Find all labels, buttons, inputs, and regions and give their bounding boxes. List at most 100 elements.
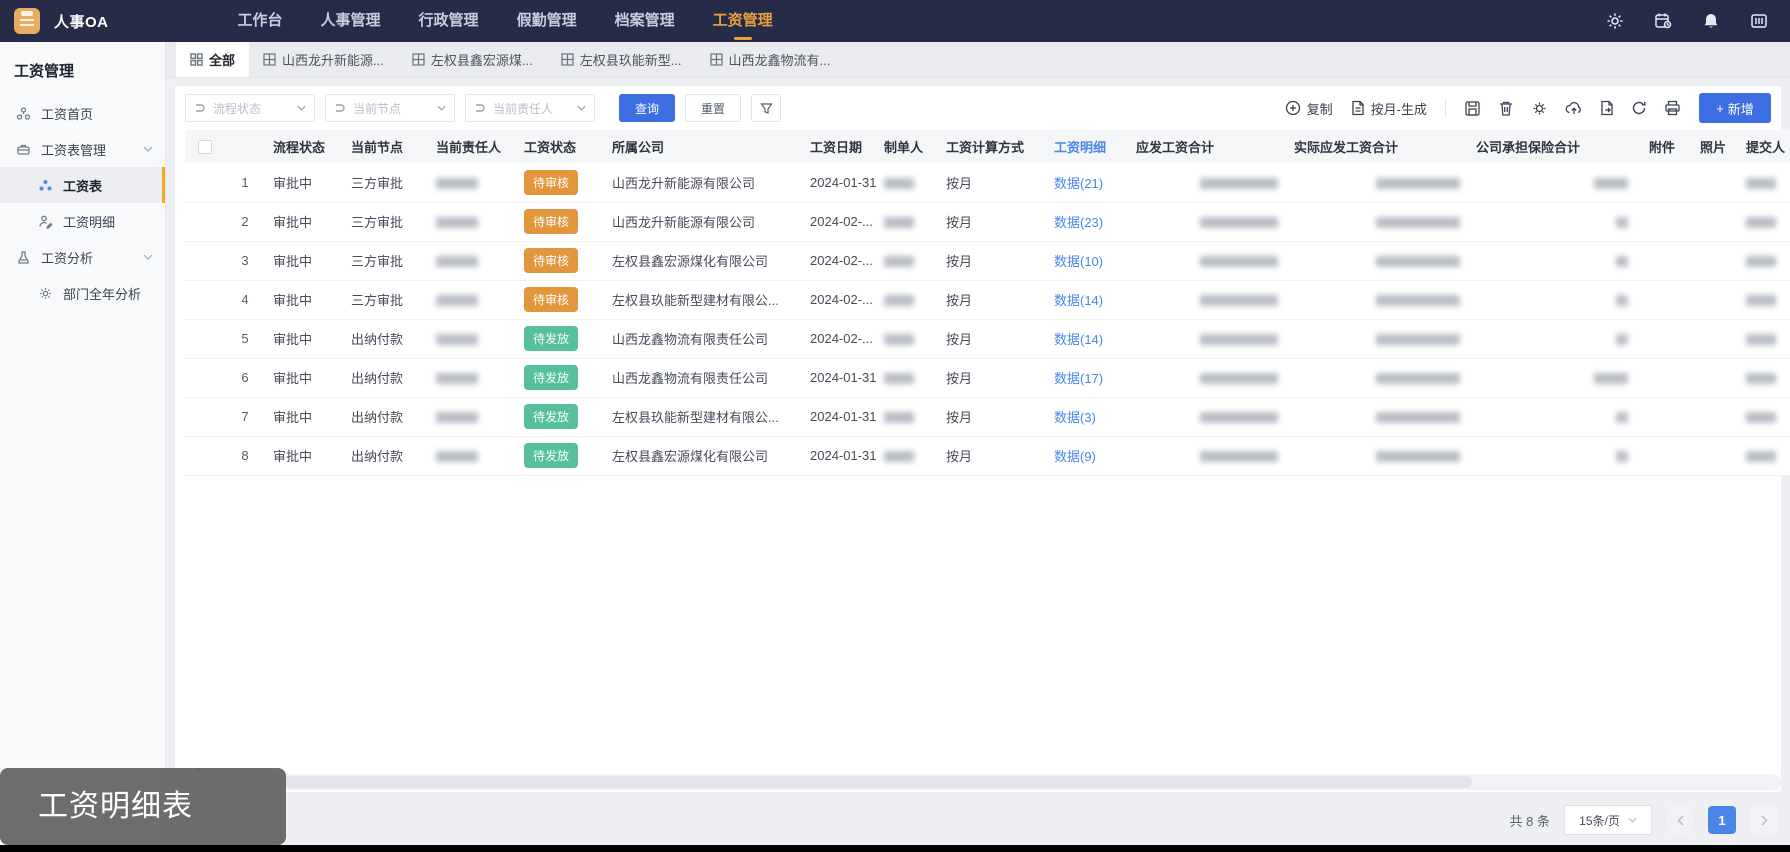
redacted-value bbox=[1200, 256, 1278, 268]
nav-item-admin[interactable]: 行政管理 bbox=[415, 0, 483, 42]
table-row[interactable]: 1 审批中 三方审批 待审核 山西龙升新能源有限公司 2024-01-31 按月 数据(21) bbox=[185, 163, 1790, 203]
table-row[interactable]: 3 审批中 三方审批 待审核 左权县鑫宏源煤化有限公司 2024-02-... 按月 数据(1… bbox=[185, 241, 1790, 281]
sidebar-group-salary-tables[interactable]: 工资表管理 bbox=[0, 131, 165, 167]
sidebar-item-dept-year-analysis[interactable]: 部门全年分析 bbox=[0, 275, 165, 311]
sidebar-item-salary-home[interactable]: 工资首页 bbox=[0, 95, 165, 131]
nav-item-salary[interactable]: 工资管理 bbox=[709, 0, 777, 42]
insurance-total-cell bbox=[1468, 397, 1636, 437]
filter-current-owner[interactable]: 当前责任人 bbox=[465, 94, 595, 122]
tab-company-1[interactable]: 山西龙升新能源... bbox=[249, 42, 398, 77]
filter-placeholder: 流程状态 bbox=[213, 101, 262, 116]
redacted-value bbox=[884, 177, 914, 189]
redacted-value bbox=[1200, 373, 1278, 385]
column-header: 公司承担保险合计 bbox=[1468, 130, 1636, 163]
detail-data-link[interactable]: 数据(21) bbox=[1054, 176, 1103, 191]
field-icon bbox=[334, 102, 346, 114]
redacted-value bbox=[436, 373, 478, 385]
table-row[interactable]: 8 审批中 出纳付款 待发放 左权县鑫宏源煤化有限公司 2024-01-31 按月 数据(9) bbox=[185, 436, 1790, 476]
save-icon[interactable] bbox=[1464, 100, 1481, 117]
settings-file-icon[interactable] bbox=[1531, 100, 1548, 117]
detail-link-cell[interactable]: 数据(3) bbox=[1046, 397, 1128, 437]
detail-data-link[interactable]: 数据(10) bbox=[1054, 254, 1103, 269]
prev-page-button[interactable] bbox=[1666, 806, 1694, 834]
tab-company-2[interactable]: 左权县鑫宏源煤... bbox=[398, 42, 547, 77]
table-row[interactable]: 4 审批中 三方审批 待审核 左权县玖能新型建材有限公... 2024-02-... 按月数… bbox=[185, 280, 1790, 320]
attachment-cell bbox=[1636, 202, 1688, 242]
sidebar-group-label: 工资表管理 bbox=[41, 142, 107, 158]
column-header bbox=[185, 130, 225, 163]
horizontal-scrollbar[interactable] bbox=[175, 774, 1781, 790]
company-tabbar: 全部 山西龙升新能源... 左权县鑫宏源煤... 左权县玖能新型... 山西龙鑫… bbox=[166, 42, 1790, 78]
company-cell: 山西龙鑫物流有限责任公司 bbox=[604, 358, 802, 398]
detail-data-link[interactable]: 数据(9) bbox=[1054, 449, 1096, 464]
printer-icon[interactable] bbox=[1664, 100, 1681, 116]
table-row[interactable]: 2 审批中 三方审批 待审核 山西龙升新能源有限公司 2024-02-... 按月 数据(23… bbox=[185, 202, 1790, 242]
cloud-upload-icon[interactable] bbox=[1565, 100, 1583, 116]
schedule-icon[interactable] bbox=[1654, 12, 1672, 30]
scrollbar-thumb[interactable] bbox=[177, 776, 1472, 788]
bell-icon[interactable] bbox=[1702, 12, 1720, 30]
photo-cell bbox=[1688, 358, 1738, 398]
salary-status-cell: 待发放 bbox=[516, 397, 604, 437]
redacted-value bbox=[436, 451, 478, 463]
tab-all[interactable]: 全部 bbox=[176, 42, 250, 77]
add-new-button[interactable]: + 新增 bbox=[1699, 93, 1771, 123]
column-header: 工资计算方式 bbox=[938, 130, 1046, 163]
owner-cell bbox=[428, 397, 516, 437]
apps-icon[interactable] bbox=[1750, 12, 1768, 30]
salary-date-cell: 2024-02-... bbox=[802, 280, 876, 320]
detail-link-cell[interactable]: 数据(21) bbox=[1046, 163, 1128, 203]
tab-company-4[interactable]: 山西龙鑫物流有... bbox=[696, 42, 845, 77]
gear-icon[interactable] bbox=[1606, 12, 1624, 30]
row-select-cell bbox=[185, 436, 225, 476]
gear-small-icon bbox=[38, 286, 53, 301]
refresh-icon[interactable] bbox=[1631, 100, 1647, 116]
detail-link-cell[interactable]: 数据(17) bbox=[1046, 358, 1128, 398]
column-header: 实际应发工资合计 bbox=[1286, 130, 1468, 163]
creator-cell bbox=[876, 280, 938, 320]
tab-company-3[interactable]: 左权县玖能新型... bbox=[547, 42, 696, 77]
sidebar-item-salary-detail[interactable]: 工资明细 bbox=[0, 203, 165, 239]
nav-item-archive[interactable]: 档案管理 bbox=[611, 0, 679, 42]
table-row[interactable]: 5 审批中 出纳付款 待发放 山西龙鑫物流有限责任公司 2024-02-... 按月 数据(1… bbox=[185, 319, 1790, 359]
search-button[interactable]: 查询 bbox=[619, 94, 675, 122]
detail-link-cell[interactable]: 数据(14) bbox=[1046, 319, 1128, 359]
redacted-value bbox=[1746, 295, 1776, 307]
table-row[interactable]: 6 审批中 出纳付款 待发放 山西龙鑫物流有限责任公司 2024-01-31 按月 数据(17… bbox=[185, 358, 1790, 398]
next-page-button[interactable] bbox=[1750, 806, 1778, 834]
generate-monthly-button[interactable]: 按月-生成 bbox=[1351, 99, 1427, 118]
filter-flow-status[interactable]: 流程状态 bbox=[185, 94, 315, 122]
sidebar-item-salary-table[interactable]: 工资表 bbox=[0, 167, 165, 203]
copy-button[interactable]: 复制 bbox=[1285, 99, 1333, 118]
detail-data-link[interactable]: 数据(23) bbox=[1054, 215, 1103, 230]
reset-button[interactable]: 重置 bbox=[685, 94, 741, 122]
redacted-value bbox=[1594, 177, 1628, 189]
detail-data-link[interactable]: 数据(14) bbox=[1054, 293, 1103, 308]
salary-date-cell: 2024-01-31 bbox=[802, 397, 876, 437]
detail-data-link[interactable]: 数据(3) bbox=[1054, 410, 1096, 425]
nav-item-workbench[interactable]: 工作台 bbox=[234, 0, 287, 42]
nav-item-hr[interactable]: 人事管理 bbox=[317, 0, 385, 42]
detail-link-cell[interactable]: 数据(9) bbox=[1046, 436, 1128, 476]
page-size-select[interactable]: 15条/页 bbox=[1564, 805, 1652, 835]
advanced-filter-button[interactable] bbox=[751, 94, 781, 122]
detail-data-link[interactable]: 数据(14) bbox=[1054, 332, 1103, 347]
detail-link-cell[interactable]: 数据(10) bbox=[1046, 241, 1128, 281]
net-total-cell bbox=[1286, 163, 1468, 203]
filter-current-node[interactable]: 当前节点 bbox=[325, 94, 455, 122]
select-all-checkbox[interactable] bbox=[198, 140, 212, 155]
salary-date-cell: 2024-02-... bbox=[802, 241, 876, 281]
file-export-icon[interactable] bbox=[1600, 100, 1614, 116]
net-total-cell bbox=[1286, 358, 1468, 398]
column-header: 工资明细 bbox=[1046, 130, 1128, 163]
table-row[interactable]: 7 审批中 出纳付款 待发放 左权县玖能新型建材有限公... 2024-01-31 按月 数据… bbox=[185, 397, 1790, 437]
detail-link-cell[interactable]: 数据(14) bbox=[1046, 280, 1128, 320]
sidebar-group-salary-analysis[interactable]: 工资分析 bbox=[0, 239, 165, 275]
nav-item-attendance[interactable]: 假勤管理 bbox=[513, 0, 581, 42]
detail-data-link[interactable]: 数据(17) bbox=[1054, 371, 1103, 386]
filter-placeholder: 当前节点 bbox=[353, 101, 402, 116]
trash-icon[interactable] bbox=[1498, 100, 1514, 117]
detail-link-cell[interactable]: 数据(23) bbox=[1046, 202, 1128, 242]
company-cell: 左权县玖能新型建材有限公... bbox=[604, 397, 802, 437]
page-number-button[interactable]: 1 bbox=[1708, 806, 1736, 834]
